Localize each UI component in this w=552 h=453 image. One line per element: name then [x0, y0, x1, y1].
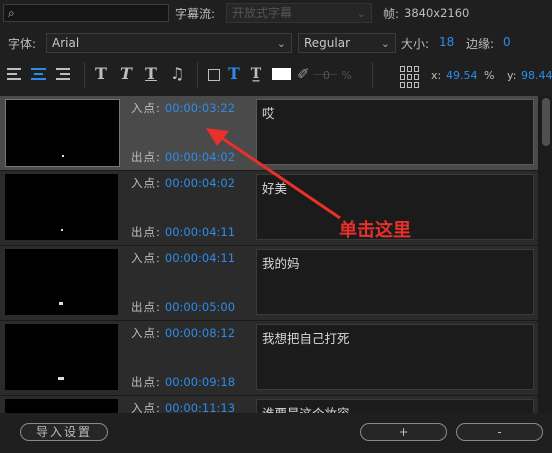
text-outline-icon[interactable]: T̲ [248, 64, 264, 84]
caption-text-field[interactable]: 我想把自己打死 [256, 324, 534, 390]
annotation-text: 单击这里 [339, 220, 411, 241]
thumbnail-text-marker [62, 155, 64, 157]
in-point-label: 入点: [131, 101, 161, 115]
thumbnail-text-marker [59, 302, 63, 305]
in-point: 入点: 00:00:11:13 [131, 400, 235, 413]
align-left-icon[interactable] [7, 68, 21, 80]
caption-stream-select[interactable]: 开放式字幕 ⌄ [226, 3, 372, 23]
music-note-icon[interactable]: ♫ [170, 64, 184, 84]
import-settings-button[interactable]: 导入设置 [20, 423, 108, 441]
chevron-down-icon: ⌄ [356, 7, 366, 20]
chevron-down-icon: ⌄ [380, 37, 390, 50]
caption-text-field[interactable]: 谁要是这个妆容 [256, 399, 534, 413]
out-point-label: 出点: [131, 225, 161, 239]
in-point: 入点: 00:00:04:11 [131, 250, 235, 266]
in-point: 入点: 00:00:03:22 [131, 100, 235, 116]
caption-thumbnail [5, 174, 118, 240]
scrollbar-thumb[interactable] [542, 98, 550, 146]
position-grid-icon[interactable] [400, 66, 420, 88]
toolbar-divider [197, 62, 198, 88]
in-point-label: 入点: [131, 401, 161, 413]
frame-value: 3840x2160 [404, 6, 470, 20]
thumbnail-text-marker [58, 377, 64, 380]
out-point-label: 出点: [131, 375, 161, 389]
out-point-label: 出点: [131, 150, 161, 164]
align-center-icon[interactable] [31, 68, 46, 80]
font-size-value[interactable]: 18 [439, 35, 454, 49]
x-value[interactable]: 49.54 [446, 69, 478, 82]
in-point-label: 入点: [131, 176, 161, 190]
eyedropper-icon[interactable]: ✐ [297, 64, 310, 84]
font-size-label: 大小: [401, 37, 430, 51]
frame-label: 帧: [383, 7, 400, 21]
font-label: 字体: [8, 37, 37, 51]
color-swatch[interactable] [272, 68, 291, 80]
x-label: x: [431, 69, 442, 82]
annotation-arrow [206, 128, 341, 220]
text-color-icon[interactable]: T [227, 64, 241, 84]
in-point: 入点: 00:00:08:12 [131, 325, 235, 341]
bold-icon[interactable]: T [93, 64, 109, 84]
out-point: 出点: 00:00:05:00 [131, 299, 235, 315]
in-point-value[interactable]: 00:00:08:12 [165, 326, 235, 340]
in-point-label: 入点: [131, 251, 161, 265]
caption-thumbnail [5, 99, 120, 167]
scrollbar-track[interactable] [540, 96, 552, 413]
caption-thumbnail [5, 324, 118, 390]
caption-thumbnail [5, 249, 118, 315]
thumbnail-text-marker [61, 229, 63, 231]
in-point-value[interactable]: 00:00:04:11 [165, 251, 235, 265]
edge-value[interactable]: 0 [503, 35, 511, 49]
toolbar-divider [84, 62, 85, 88]
caption-thumbnail [5, 399, 118, 413]
search-input[interactable]: ⌕ [3, 4, 169, 22]
add-caption-button[interactable]: + [360, 423, 447, 441]
italic-icon[interactable]: T [118, 64, 134, 84]
in-point-value[interactable]: 00:00:11:13 [165, 401, 235, 413]
remove-caption-button[interactable]: - [456, 423, 543, 441]
caption-row[interactable]: 入点:00:00:11:13出点:谁要是这个妆容 [0, 396, 538, 413]
out-point: 出点: 00:00:09:18 [131, 374, 235, 390]
out-point-label: 出点: [131, 300, 161, 314]
toolbar-divider [372, 62, 373, 88]
background-box-icon[interactable] [208, 69, 220, 81]
y-label: y: [507, 69, 517, 82]
opacity-value[interactable]: 0 % [323, 69, 352, 82]
caption-stream-label: 字幕流: [175, 7, 216, 21]
font-family-select[interactable]: Arial ⌄ [46, 33, 292, 53]
caption-row[interactable]: 入点: 00:00:08:12 出点: 00:00:09:18 我想把自己打死 [0, 321, 538, 396]
chevron-down-icon: ⌄ [276, 37, 286, 50]
font-style-select[interactable]: Regular ⌄ [298, 33, 396, 53]
caption-row[interactable]: 入点: 00:00:04:11 出点: 00:00:05:00 我的妈 [0, 246, 538, 321]
edge-label: 边缘: [466, 37, 495, 51]
x-unit: % [484, 69, 495, 82]
y-value[interactable]: 98.44 [521, 69, 552, 82]
search-icon: ⌕ [8, 6, 15, 20]
caption-text-field[interactable]: 我的妈 [256, 249, 534, 315]
underline-icon[interactable]: T [143, 64, 159, 84]
out-point-value[interactable]: 00:00:09:18 [165, 375, 235, 389]
in-point-label: 入点: [131, 326, 161, 340]
align-right-icon[interactable] [56, 68, 70, 80]
in-point-value[interactable]: 00:00:03:22 [165, 101, 235, 115]
out-point-value[interactable]: 00:00:05:00 [165, 300, 235, 314]
